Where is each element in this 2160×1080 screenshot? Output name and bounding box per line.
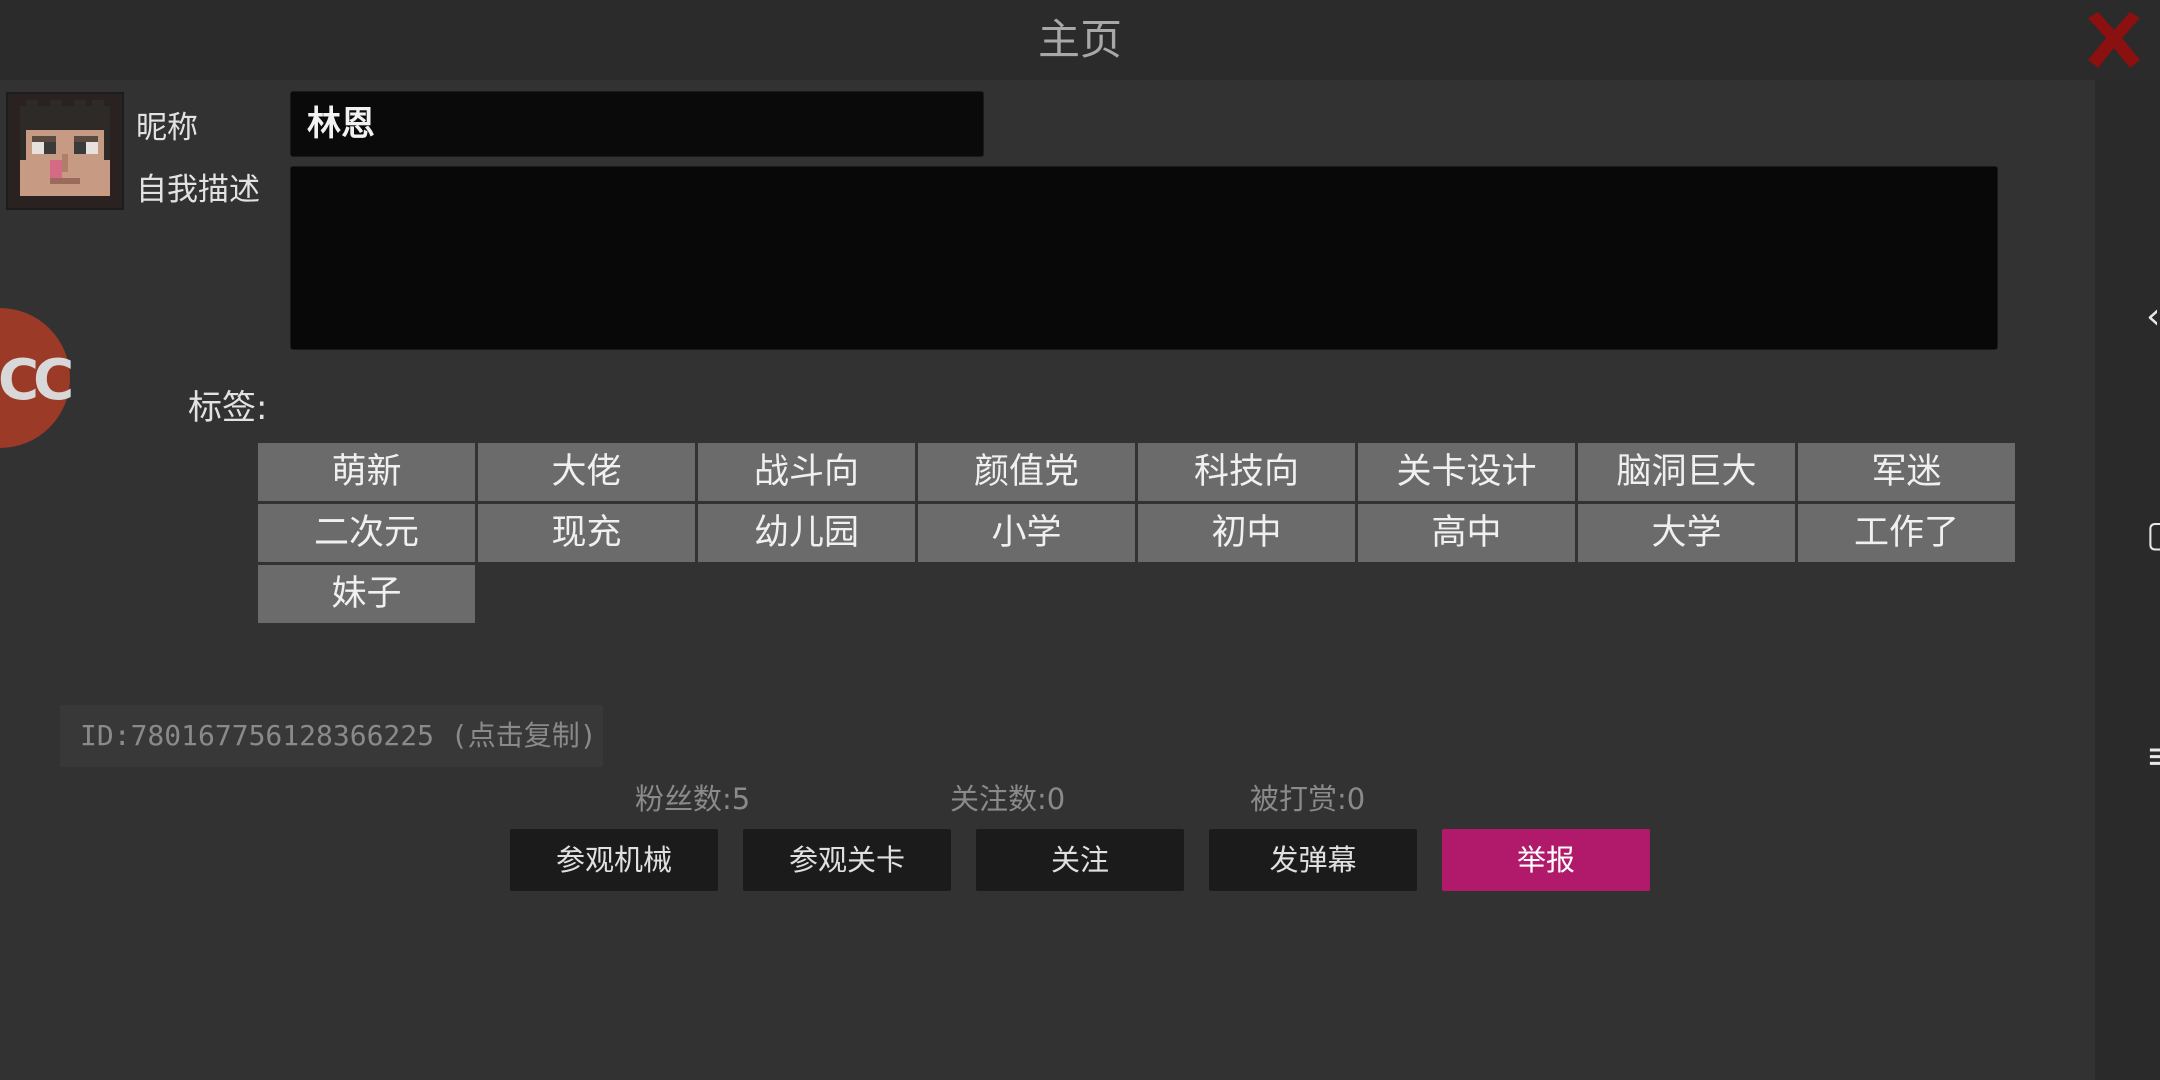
fans-count: 粉丝数:5 — [635, 782, 751, 816]
tag-button[interactable]: 工作了 — [1798, 504, 2015, 562]
tag-button[interactable]: 小学 — [918, 504, 1135, 562]
tag-button[interactable]: 大学 — [1578, 504, 1795, 562]
view-levels-button[interactable]: 参观关卡 — [743, 829, 951, 891]
side-strip-back-icon[interactable]: ‹ — [2146, 296, 2160, 337]
cc-badge-icon[interactable]: CC — [0, 308, 74, 448]
tag-button[interactable]: 军迷 — [1798, 443, 2015, 501]
tag-button[interactable]: 脑洞巨大 — [1578, 443, 1795, 501]
side-strip-menu-icon[interactable]: ≡ — [2146, 736, 2160, 777]
send-danmaku-button[interactable]: 发弹幕 — [1209, 829, 1417, 891]
tag-button[interactable]: 现充 — [478, 504, 695, 562]
side-strip — [2095, 80, 2160, 1080]
pixel-face-avatar — [8, 94, 122, 208]
close-x-icon — [2088, 12, 2140, 68]
description-label: 自我描述 — [136, 172, 260, 208]
follow-button[interactable]: 关注 — [976, 829, 1184, 891]
nickname-label: 昵称 — [136, 110, 198, 146]
cc-badge-text: CC — [0, 348, 74, 413]
tag-button[interactable]: 高中 — [1358, 504, 1575, 562]
close-button[interactable] — [2082, 8, 2146, 72]
tag-button[interactable]: 关卡设计 — [1358, 443, 1575, 501]
tag-button[interactable]: 科技向 — [1138, 443, 1355, 501]
tag-button[interactable]: 初中 — [1138, 504, 1355, 562]
rewarded-count: 被打赏:0 — [1250, 782, 1366, 816]
following-count: 关注数:0 — [950, 782, 1066, 816]
tag-button[interactable]: 妹子 — [258, 565, 475, 623]
tags-grid: 萌新 大佬 战斗向 颜值党 科技向 关卡设计 脑洞巨大 军迷 二次元 现充 幼儿… — [258, 443, 2015, 623]
tag-button[interactable]: 幼儿园 — [698, 504, 915, 562]
report-button[interactable]: 举报 — [1442, 829, 1650, 891]
page-title: 主页 — [1037, 15, 1122, 64]
nickname-field[interactable]: 林恩 — [290, 91, 984, 157]
tag-button[interactable]: 战斗向 — [698, 443, 915, 501]
tag-button[interactable]: 大佬 — [478, 443, 695, 501]
view-machines-button[interactable]: 参观机械 — [510, 829, 718, 891]
avatar — [6, 92, 124, 210]
side-strip-square-icon[interactable]: ▢ — [2146, 514, 2160, 555]
description-field[interactable] — [290, 166, 1998, 350]
tag-button[interactable]: 萌新 — [258, 443, 475, 501]
tag-button[interactable]: 颜值党 — [918, 443, 1135, 501]
tags-label: 标签: — [188, 388, 268, 428]
tag-button[interactable]: 二次元 — [258, 504, 475, 562]
user-id-copy[interactable]: ID:780167756128366225 (点击复制) — [60, 705, 603, 767]
